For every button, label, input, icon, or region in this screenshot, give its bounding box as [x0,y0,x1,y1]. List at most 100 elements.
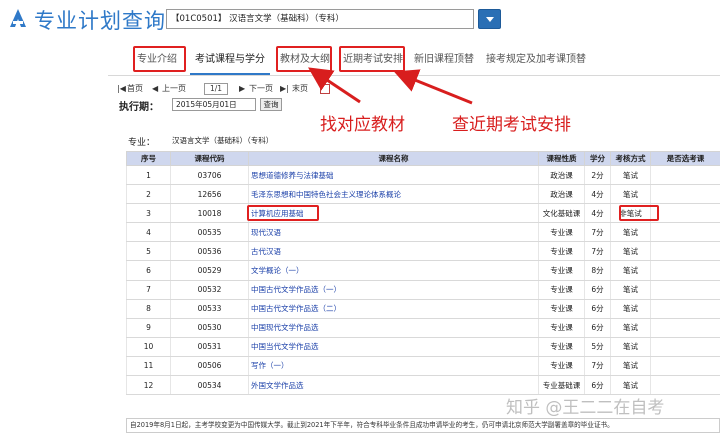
course-code: 00506 [170,356,249,377]
course-code: 03706 [170,165,249,186]
course-type: 专业课 [538,280,585,300]
course-credit: 6分 [584,299,611,319]
exam-method: 笔试 [610,165,651,186]
row-number: 4 [126,222,171,243]
course-credit: 5分 [584,337,611,357]
course-credit: 6分 [584,280,611,300]
exam-method: 笔试 [610,260,651,281]
course-credit: 2分 [584,165,611,186]
course-type: 专业课 [538,318,585,338]
column-header: 是否选考课 [650,151,720,166]
course-credit: 8分 [584,260,611,281]
elective-flag [650,356,720,377]
course-code: 00534 [170,375,249,396]
course-type: 专业基础课 [538,375,585,396]
table-header-row: 序号 课程代码 课程名称 课程性质 学分 考核方式 是否选考课 [126,151,720,166]
row-number: 8 [126,299,171,319]
course-code: 00531 [170,337,249,357]
course-name-link[interactable]: 现代汉语 [248,222,539,243]
column-header: 课程名称 [248,151,539,166]
course-code: 00535 [170,222,249,243]
elective-flag [650,260,720,281]
course-credit: 4分 [584,184,611,205]
elective-flag [650,337,720,357]
course-credit: 7分 [584,356,611,377]
course-code: 00532 [170,280,249,300]
course-name-link[interactable]: 外国文学作品选 [248,375,539,396]
row-number: 7 [126,280,171,300]
table-row: 2 12656 毛泽东思想和中国特色社会主义理论体系概论 政治课 4分 笔试 [126,184,720,205]
course-name-link[interactable]: 文学概论（一） [248,260,539,281]
row-number: 9 [126,318,171,338]
major-value: 汉语言文学（基础科）（专科） [172,136,274,145]
exam-method: 笔试 [610,222,651,243]
course-code: 00536 [170,241,249,262]
exam-method: 笔试 [610,356,651,377]
annotation-find-textbook: 找对应教材 [320,115,405,135]
course-type: 专业课 [538,356,585,377]
course-credit: 6分 [584,318,611,338]
table-row: 5 00536 古代汉语 专业课 7分 笔试 [126,241,720,262]
annotation-check-exam: 查近期考试安排 [452,115,571,135]
exam-method: 笔试 [610,337,651,357]
row-number: 5 [126,241,171,262]
course-credit: 7分 [584,222,611,243]
table-row: 4 00535 现代汉语 专业课 7分 笔试 [126,222,720,243]
course-type: 专业课 [538,337,585,357]
column-header: 课程性质 [538,151,585,166]
table-row: 6 00529 文学概论（一） 专业课 8分 笔试 [126,260,720,281]
table-row: 7 00532 中国古代文学作品选（一） 专业课 6分 笔试 [126,280,720,300]
course-name-link[interactable]: 中国现代文学作品选 [248,318,539,338]
row-number: 6 [126,260,171,281]
elective-flag [650,375,720,396]
row-number: 2 [126,184,171,205]
course-type: 政治课 [538,184,585,205]
elective-flag [650,203,720,224]
elective-flag [650,184,720,205]
elective-flag [650,222,720,243]
exam-method: 笔试 [610,280,651,300]
major-label: 专业： [128,138,156,148]
column-header: 课程代码 [170,151,249,166]
course-type: 文化基础课 [538,203,585,224]
column-header: 学分 [584,151,611,166]
table-row: 1 03706 思想道德修养与法律基础 政治课 2分 笔试 [126,165,720,186]
table-row: 10 00531 中国当代文学作品选 专业课 5分 笔试 [126,337,720,357]
row-number: 1 [126,165,171,186]
highlight-box [247,205,319,221]
course-type: 专业课 [538,260,585,281]
course-code: 12656 [170,184,249,205]
watermark: 知乎 @王二二在自考 [506,398,665,418]
elective-flag [650,280,720,300]
course-code: 00529 [170,260,249,281]
course-type: 专业课 [538,299,585,319]
course-credit: 6分 [584,375,611,396]
course-name-link[interactable]: 古代汉语 [248,241,539,262]
course-name-link[interactable]: 中国古代文学作品选（二） [248,299,539,319]
exam-method: 笔试 [610,184,651,205]
course-code: 10018 [170,203,249,224]
course-name-link[interactable]: 中国当代文学作品选 [248,337,539,357]
highlight-box [619,205,659,221]
exam-method: 笔试 [610,375,651,396]
course-name-link[interactable]: 写作（一） [248,356,539,377]
column-header: 序号 [126,151,171,166]
table-row: 12 00534 外国文学作品选 专业基础课 6分 笔试 [126,375,720,396]
course-credit: 7分 [584,241,611,262]
course-type: 政治课 [538,165,585,186]
course-name-link[interactable]: 中国古代文学作品选（一） [248,280,539,300]
course-credit: 4分 [584,203,611,224]
elective-flag [650,299,720,319]
course-name-link[interactable]: 思想道德修养与法律基础 [248,165,539,186]
course-table: 序号 课程代码 课程名称 课程性质 学分 考核方式 是否选考课 1 03706 思想… [126,151,720,396]
course-type: 专业课 [538,222,585,243]
row-number: 3 [126,203,171,224]
course-type: 专业课 [538,241,585,262]
course-name-link[interactable]: 毛泽东思想和中国特色社会主义理论体系概论 [248,184,539,205]
elective-flag [650,165,720,186]
exam-method: 笔试 [610,241,651,262]
footer-note: 自2019年8月1日起，主考学校变更为中国传媒大学。截止到2021年下半年，符合… [126,418,720,433]
elective-flag [650,241,720,262]
course-code: 00530 [170,318,249,338]
table-row: 11 00506 写作（一） 专业课 7分 笔试 [126,356,720,377]
